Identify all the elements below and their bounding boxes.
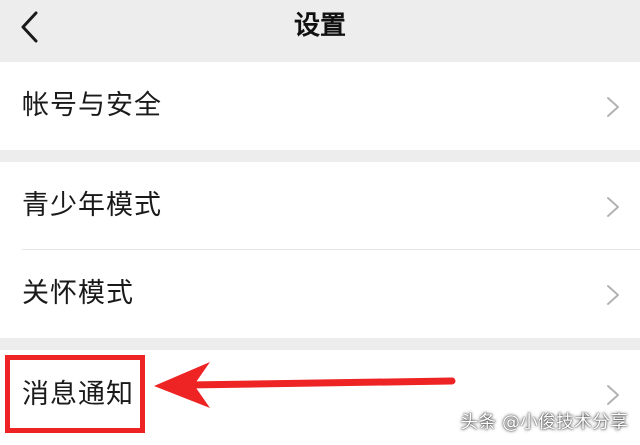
- settings-group-account: 帐号与安全: [0, 62, 640, 150]
- settings-group-modes: 青少年模式 关怀模式: [0, 162, 640, 338]
- highlight-box: [5, 355, 145, 433]
- settings-item-label: 关怀模式: [22, 278, 134, 309]
- page-title: 设置: [293, 11, 346, 41]
- chevron-right-icon: [607, 385, 619, 405]
- chevron-right-icon: [607, 197, 619, 217]
- navigation-bar: 设置: [0, 0, 640, 62]
- settings-item-label: 帐号与安全: [22, 90, 162, 121]
- settings-item-account-security[interactable]: 帐号与安全: [0, 62, 640, 150]
- annotation-arrow-icon: [154, 362, 456, 408]
- watermark: 头条 @小俊技术分享: [460, 412, 628, 433]
- settings-item-teen-mode[interactable]: 青少年模式: [0, 162, 640, 250]
- settings-item-label: 青少年模式: [22, 190, 162, 221]
- chevron-right-icon: [607, 97, 619, 117]
- settings-item-care-mode[interactable]: 关怀模式: [0, 250, 640, 338]
- chevron-right-icon: [607, 285, 619, 305]
